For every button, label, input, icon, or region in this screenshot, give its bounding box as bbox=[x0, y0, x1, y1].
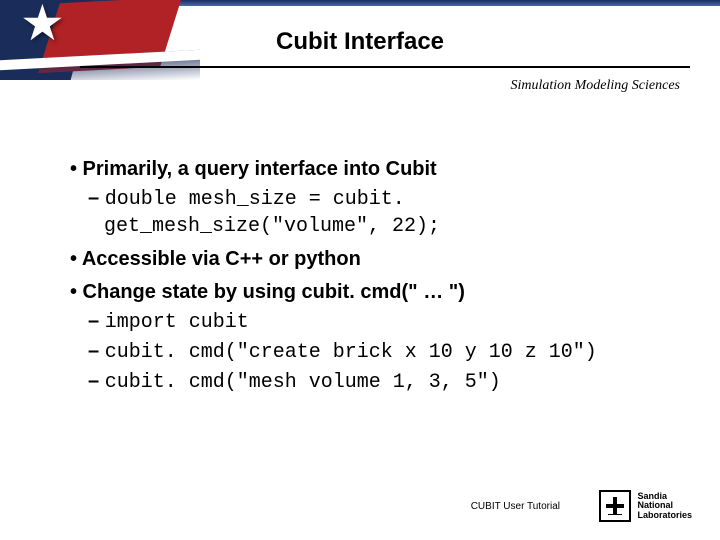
slide-content: • Primarily, a query interface into Cubi… bbox=[70, 150, 680, 396]
department-label: Simulation Modeling Sciences bbox=[510, 78, 680, 94]
code-text: import cubit bbox=[105, 311, 249, 334]
sandia-label: Sandia National Laboratories bbox=[637, 492, 692, 520]
bullet-code-brick: – cubit. cmd("create brick x 10 y 10 z 1… bbox=[70, 338, 680, 366]
code-text: double mesh_size = cubit. get_mesh_size(… bbox=[104, 188, 440, 238]
sandia-line3: Laboratories bbox=[637, 511, 692, 520]
sandia-thunderbird-icon bbox=[599, 490, 631, 522]
bullet-primary: • Primarily, a query interface into Cubi… bbox=[70, 156, 680, 183]
bullet-code-import: – import cubit bbox=[70, 308, 680, 336]
bullet-accessible: • Accessible via C++ or python bbox=[70, 246, 680, 273]
bullet-change-state: • Change state by using cubit. cmd(" … "… bbox=[70, 279, 680, 306]
bullet-code-mesh: – cubit. cmd("mesh volume 1, 3, 5") bbox=[70, 368, 680, 396]
code-text: cubit. cmd("create brick x 10 y 10 z 10"… bbox=[105, 341, 597, 364]
footer-logo: Sandia National Laboratories bbox=[599, 490, 692, 522]
slide-title: Cubit Interface bbox=[0, 28, 720, 56]
title-underline bbox=[80, 66, 690, 68]
footer-tutorial-label: CUBIT User Tutorial bbox=[471, 501, 560, 512]
bullet-code-meshsize: – double mesh_size = cubit. get_mesh_siz… bbox=[70, 185, 680, 240]
code-text: cubit. cmd("mesh volume 1, 3, 5") bbox=[105, 371, 501, 394]
